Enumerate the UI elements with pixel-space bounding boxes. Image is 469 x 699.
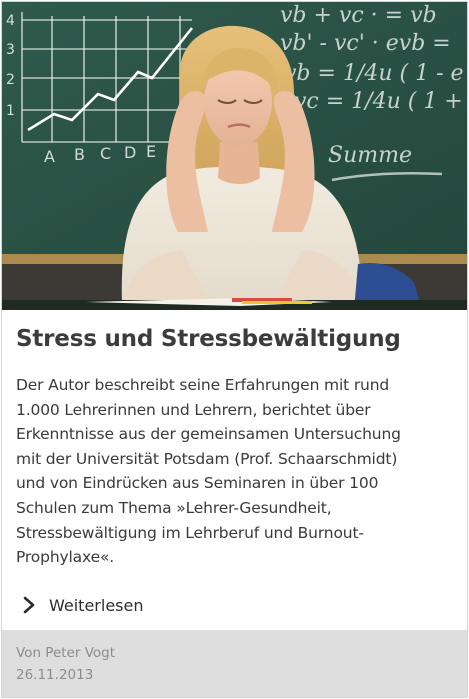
chalk-label: C: [100, 144, 111, 163]
chalk-label: B: [74, 145, 85, 164]
read-more-link[interactable]: Weiterlesen: [22, 592, 143, 618]
chalk-label: D: [124, 143, 136, 162]
article-teaser: Der Autor beschreibt seine Erfahrungen m…: [16, 373, 456, 570]
chalk-formula: Summe: [328, 143, 412, 168]
chalk-tick: 4: [6, 13, 15, 29]
teaser-line: Erkenntnisse aus der gemeinsamen Untersu…: [16, 425, 401, 444]
pencil-yellow: [242, 301, 312, 304]
read-more-label: Weiterlesen: [49, 595, 144, 615]
chalk-tick: 1: [6, 103, 15, 119]
article-content: Stress und Stressbewältigung Der Autor b…: [2, 310, 467, 630]
chevron-right-icon: [23, 596, 35, 614]
chalk-formula: vb + vc · = vb: [280, 3, 437, 28]
teaser-line: 1.000 Lehrerinnen und Lehrern, berichtet…: [16, 400, 371, 419]
teaser-line: Der Autor beschreibt seine Erfahrungen m…: [16, 376, 390, 394]
teaser-line: Stressbewältigung im Lehrberuf und Burno…: [16, 523, 364, 542]
chalk-label: E: [146, 142, 156, 161]
article-image[interactable]: 4 3 2 1 A B C D E vb + vc · = vb vb' - v…: [2, 2, 467, 310]
woman-neck: [218, 142, 260, 184]
article-date: 26.11.2013: [16, 667, 94, 683]
chalk-formula: vb = 1/4u ( 1 - e: [284, 61, 464, 86]
teaser-line: und von Eindrücken aus Seminaren in über…: [16, 474, 379, 493]
chalk-label: A: [44, 147, 55, 166]
article-meta-footer: Von Peter Vogt 26.11.2013: [2, 630, 467, 697]
chalk-formula: vb' - vc' · evb =: [280, 31, 451, 56]
teacher-at-chalkboard-illustration: 4 3 2 1 A B C D E vb + vc · = vb vb' - v…: [2, 2, 467, 310]
article-card: 4 3 2 1 A B C D E vb + vc · = vb vb' - v…: [1, 1, 468, 698]
chalk-tick: 2: [6, 72, 15, 88]
teaser-line: mit der Universität Potsdam (Prof. Schaa…: [16, 449, 398, 468]
teaser-line: Prophylaxe«.: [16, 548, 115, 567]
chalk-formula: vc = 1/4u ( 1 + e: [294, 89, 467, 114]
teaser-line: Schulen zum Thema »Lehrer-Gesundheit,: [16, 498, 332, 517]
article-title[interactable]: Stress und Stressbewältigung: [16, 326, 456, 352]
article-author: Von Peter Vogt: [16, 645, 116, 661]
chalk-tick: 3: [6, 42, 15, 58]
